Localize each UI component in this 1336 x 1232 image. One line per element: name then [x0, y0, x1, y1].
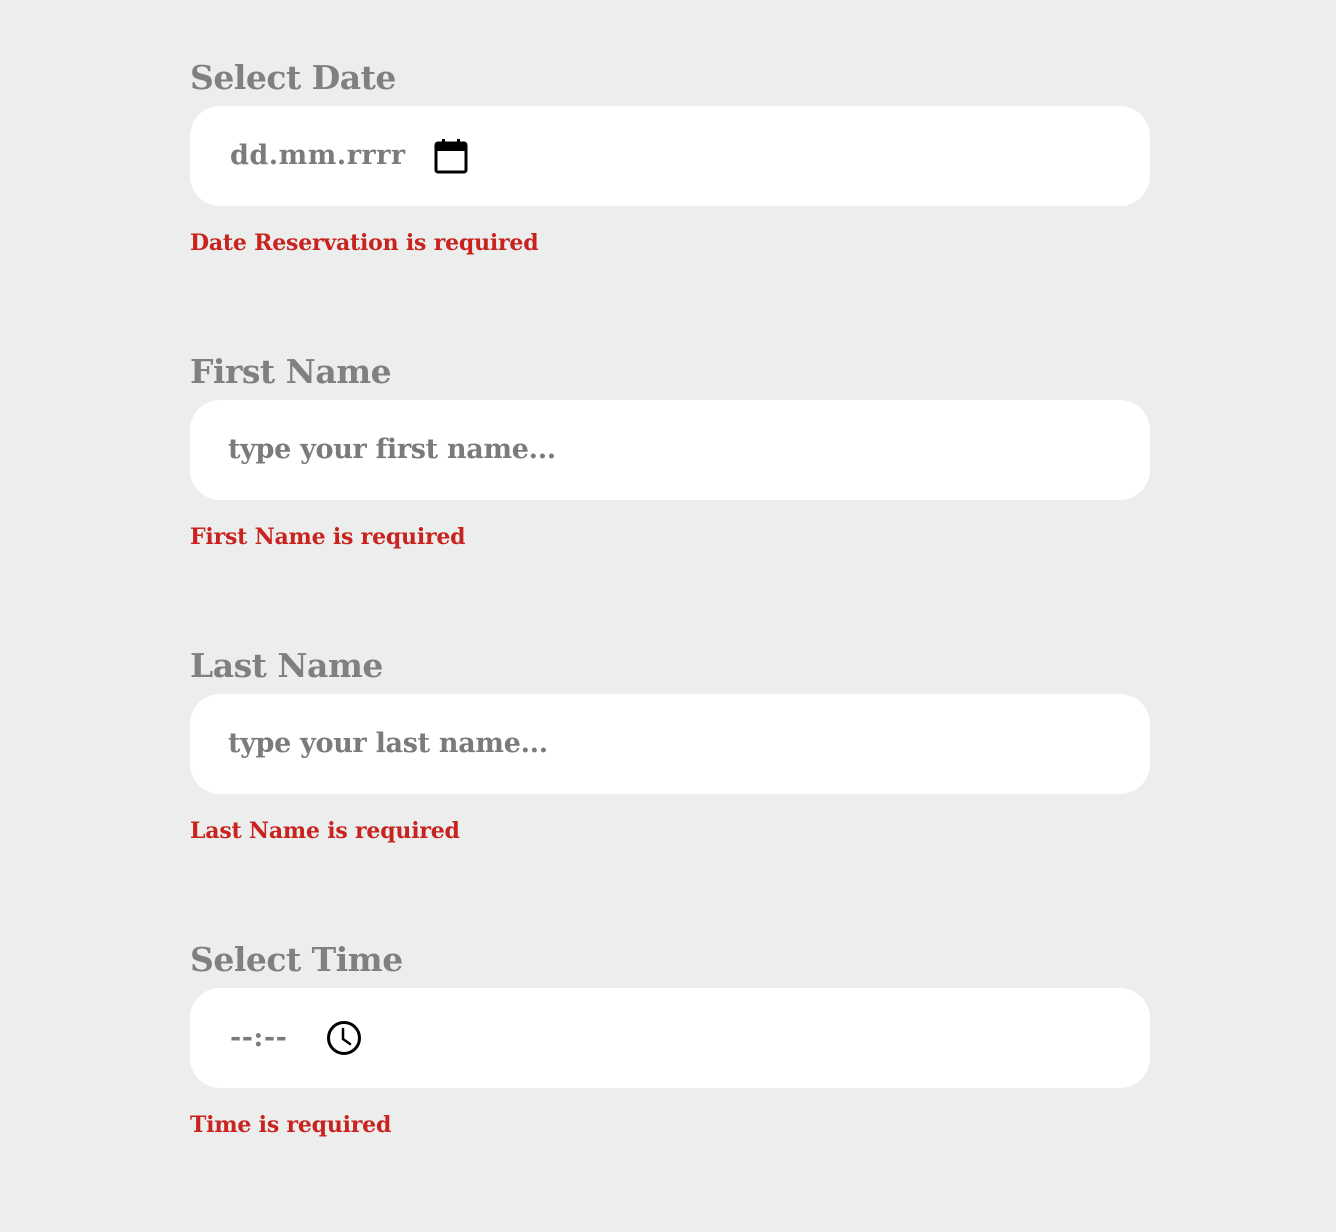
last-name-label: Last Name — [190, 646, 383, 685]
time-input[interactable]: --:-- — [190, 988, 1150, 1088]
calendar-icon[interactable] — [434, 138, 470, 174]
last-name-input[interactable]: type your last name... — [190, 694, 1150, 794]
first-name-label: First Name — [190, 352, 392, 391]
time-input-value[interactable]: --:-- — [230, 988, 287, 1088]
time-label: Select Time — [190, 940, 403, 979]
first-name-placeholder[interactable]: type your first name... — [228, 400, 556, 500]
first-name-error: First Name is required — [190, 524, 466, 550]
date-error: Date Reservation is required — [190, 230, 539, 256]
date-label: Select Date — [190, 58, 396, 97]
date-input-value[interactable]: dd.mm.rrrr — [230, 106, 406, 206]
first-name-input[interactable]: type your first name... — [190, 400, 1150, 500]
time-error: Time is required — [190, 1112, 392, 1138]
last-name-error: Last Name is required — [190, 818, 460, 844]
last-name-placeholder[interactable]: type your last name... — [228, 694, 548, 794]
date-input[interactable]: dd.mm.rrrr — [190, 106, 1150, 206]
clock-icon[interactable] — [326, 1020, 362, 1056]
